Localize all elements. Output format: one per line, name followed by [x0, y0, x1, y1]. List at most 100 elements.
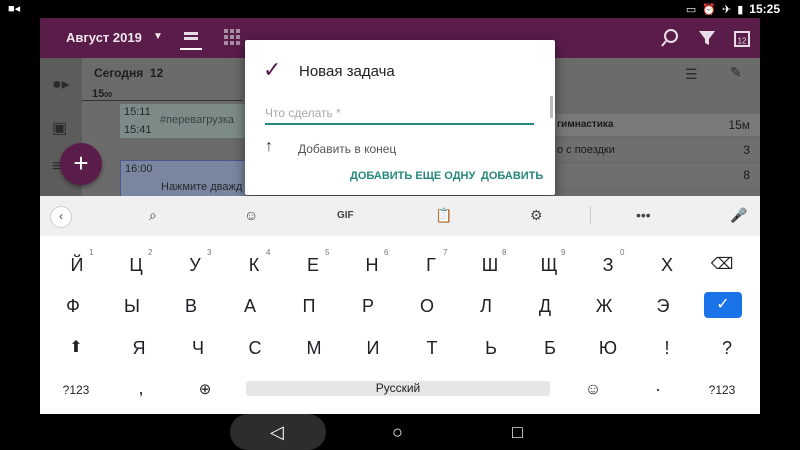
- key[interactable]: И: [348, 329, 398, 367]
- calendar-icon[interactable]: ▣: [52, 118, 67, 138]
- key[interactable]: Л: [461, 287, 511, 325]
- clipboard-icon[interactable]: 📋: [435, 207, 452, 224]
- microphone-icon[interactable]: 🎤: [730, 207, 747, 224]
- search-icon[interactable]: [660, 28, 680, 48]
- list-view-icon: [184, 32, 198, 40]
- dialog-title: Новая задача: [299, 63, 395, 80]
- list-item-text: о с поездки: [557, 144, 615, 156]
- key[interactable]: Ш: [465, 246, 515, 284]
- add-to-end-option[interactable]: Добавить в конец: [298, 142, 396, 156]
- key-hint: 8: [502, 248, 507, 257]
- keyboard: ‹ ⌕ ☺ GIF 📋 ⚙ ••• 🎤 ⌫ ✓ ⬆ ?123 , ⊕ Русск…: [40, 196, 760, 414]
- event-block-2[interactable]: 16:00 Нажмите дважд: [120, 160, 247, 198]
- key[interactable]: Ь: [466, 329, 516, 367]
- svg-text:12: 12: [738, 37, 747, 46]
- home-icon[interactable]: ○: [392, 422, 403, 443]
- key[interactable]: П: [284, 287, 334, 325]
- key[interactable]: З: [583, 246, 633, 284]
- key[interactable]: У: [170, 246, 220, 284]
- key[interactable]: Т: [407, 329, 457, 367]
- key-hint: 3: [207, 248, 212, 257]
- sticker-icon[interactable]: ☺: [244, 207, 258, 223]
- scrollbar[interactable]: [550, 96, 553, 118]
- search-icon[interactable]: ⌕: [149, 207, 157, 224]
- event-start: 16:00: [125, 163, 153, 175]
- globe-icon[interactable]: ⊕: [180, 371, 230, 409]
- key-hint: 9: [561, 248, 566, 257]
- calendar-today-icon[interactable]: 12: [733, 28, 751, 48]
- event-end: 15:41: [124, 124, 152, 136]
- emoji-icon[interactable]: ☺: [568, 371, 618, 409]
- list-item-value: 15м: [728, 118, 750, 132]
- arrow-up-icon[interactable]: ↑: [265, 138, 273, 156]
- space-key[interactable]: Русский: [246, 381, 550, 396]
- key[interactable]: С: [230, 329, 280, 367]
- key[interactable]: Н: [347, 246, 397, 284]
- list-item-value: 8: [743, 168, 750, 182]
- add-fab-button[interactable]: +: [60, 143, 102, 185]
- list-view-tab[interactable]: [180, 28, 202, 50]
- key[interactable]: Р: [343, 287, 393, 325]
- key[interactable]: Х: [642, 246, 692, 284]
- clock: 15:25: [749, 2, 780, 16]
- symbols-key-right[interactable]: ?123: [697, 371, 747, 409]
- magic-icon[interactable]: ✎: [730, 64, 742, 81]
- filter-icon[interactable]: [698, 29, 716, 47]
- key[interactable]: Ы: [107, 287, 157, 325]
- shift-key[interactable]: ⬆: [51, 329, 101, 367]
- key-hint: 1: [89, 248, 94, 257]
- list-item[interactable]: 8: [555, 164, 760, 186]
- key[interactable]: Ц: [111, 246, 161, 284]
- key[interactable]: Г: [406, 246, 456, 284]
- collapse-icon[interactable]: ‹: [50, 206, 72, 228]
- key[interactable]: Я: [114, 329, 164, 367]
- back-icon[interactable]: ◁: [270, 422, 284, 443]
- key[interactable]: Д: [520, 287, 570, 325]
- key[interactable]: ?: [702, 329, 752, 367]
- backspace-key[interactable]: ⌫: [697, 246, 747, 284]
- list-item[interactable]: о с поездки 3: [555, 139, 760, 161]
- add-another-button[interactable]: ДОБАВИТЬ ЕЩЕ ОДНУ: [350, 170, 475, 182]
- more-icon[interactable]: •••: [636, 207, 651, 223]
- key[interactable]: Й: [52, 246, 102, 284]
- task-input[interactable]: [265, 103, 534, 125]
- key[interactable]: В: [166, 287, 216, 325]
- key[interactable]: Ю: [583, 329, 633, 367]
- status-bar: ■◂ ▭ ⏰ ✈ ▮ 15:25: [0, 0, 800, 18]
- timeline-icon[interactable]: ●▸: [52, 74, 70, 94]
- list-item-text: гимнастика: [557, 119, 614, 130]
- today-header: Сегодня 12: [94, 66, 164, 80]
- record-icon: ■◂: [8, 3, 21, 15]
- key-hint: 5: [325, 248, 330, 257]
- key[interactable]: К: [229, 246, 279, 284]
- key[interactable]: !: [642, 329, 692, 367]
- comma-key[interactable]: ,: [116, 369, 166, 407]
- symbols-key[interactable]: ?123: [51, 371, 101, 409]
- key[interactable]: Э: [638, 287, 688, 325]
- event-text: Нажмите дважд: [161, 181, 243, 193]
- list-density-icon[interactable]: ☰: [685, 66, 698, 83]
- key[interactable]: Ж: [579, 287, 629, 325]
- add-button[interactable]: ДОБАВИТЬ: [481, 170, 543, 182]
- key[interactable]: Щ: [524, 246, 574, 284]
- check-icon: ✓: [263, 57, 282, 82]
- event-tag: #перевагрузка: [160, 114, 234, 126]
- enter-key[interactable]: ✓: [704, 292, 742, 318]
- event-block[interactable]: 15:11 15:41 #перевагрузка: [120, 104, 245, 138]
- key[interactable]: О: [402, 287, 452, 325]
- period-key[interactable]: ·: [633, 370, 683, 408]
- key[interactable]: Е: [288, 246, 338, 284]
- navigation-bar: ◁ ○ □: [0, 414, 800, 450]
- key[interactable]: Ч: [173, 329, 223, 367]
- grid-view-icon[interactable]: [223, 28, 241, 46]
- gif-button[interactable]: GIF: [337, 210, 354, 221]
- key[interactable]: Ф: [48, 287, 98, 325]
- key[interactable]: А: [225, 287, 275, 325]
- month-selector[interactable]: Август 2019: [66, 30, 142, 45]
- settings-icon[interactable]: ⚙: [530, 207, 543, 224]
- recents-icon[interactable]: □: [512, 422, 523, 443]
- key[interactable]: М: [289, 329, 339, 367]
- key[interactable]: Б: [525, 329, 575, 367]
- chevron-down-icon[interactable]: ▼: [153, 31, 163, 42]
- list-item[interactable]: гимнастика 15м: [555, 114, 760, 136]
